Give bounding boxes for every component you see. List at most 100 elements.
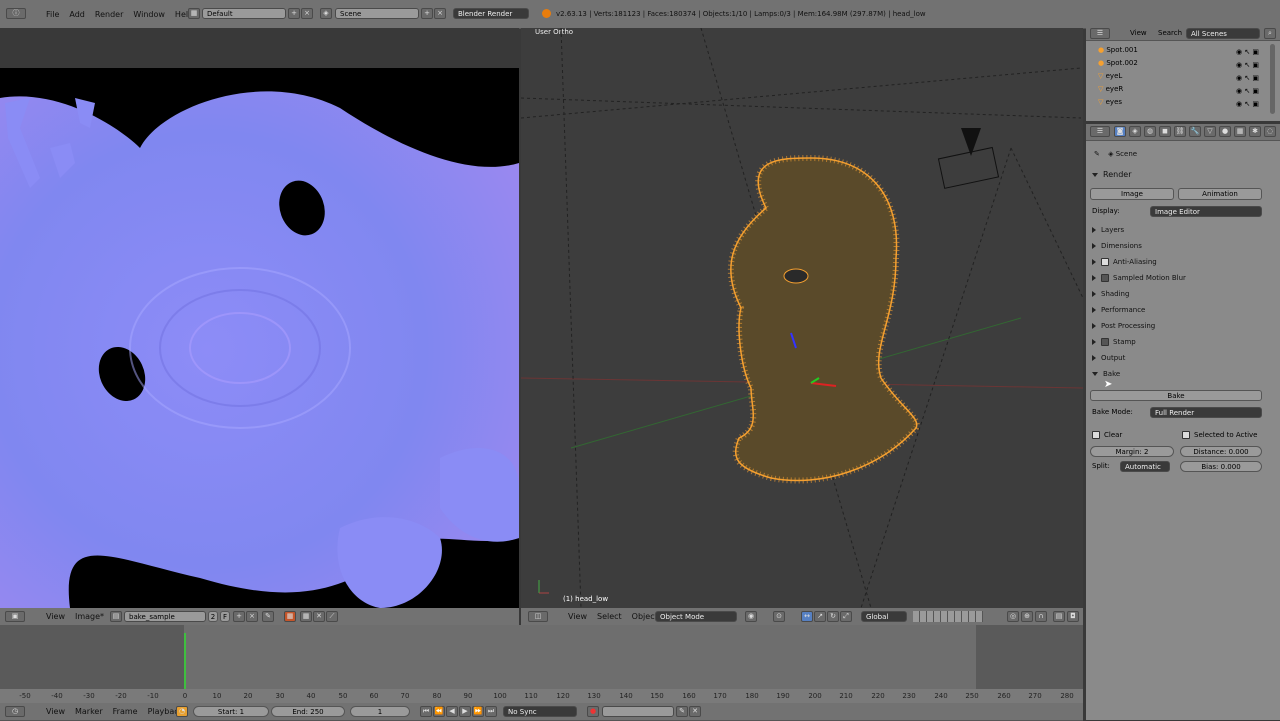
image-name-field[interactable]: bake_sample: [124, 611, 206, 622]
mode-select[interactable]: Object Mode: [655, 611, 737, 622]
margin-field[interactable]: Margin: 2: [1090, 446, 1174, 457]
timeline-menu-frame[interactable]: Frame: [113, 707, 138, 716]
image-browse-icon[interactable]: ▤: [110, 611, 122, 622]
panel-post-processing[interactable]: Post Processing: [1092, 320, 1262, 333]
split-select[interactable]: Automatic: [1120, 461, 1170, 472]
outliner-scenes-select[interactable]: All Scenes: [1186, 28, 1260, 39]
render-image-button[interactable]: Image: [1090, 188, 1174, 200]
panel-output[interactable]: Output: [1092, 352, 1262, 365]
sample-icon[interactable]: ⟋: [326, 611, 338, 622]
add-scene-icon[interactable]: +: [421, 8, 433, 19]
pin-icon[interactable]: ✎: [262, 611, 274, 622]
viewport-menu-select[interactable]: Select: [597, 612, 622, 621]
jump-start-icon[interactable]: ⏮: [420, 706, 432, 717]
viewport-editor-type-icon[interactable]: ◫: [528, 611, 548, 622]
particles-tab-icon[interactable]: ✱: [1249, 126, 1261, 137]
render-panel-header[interactable]: Render: [1092, 170, 1131, 179]
constraints-tab-icon[interactable]: ⛓: [1174, 126, 1186, 137]
motion-blur-checkbox[interactable]: [1101, 274, 1109, 282]
distance-field[interactable]: Distance: 0.000: [1180, 446, 1262, 457]
panel-layers[interactable]: Layers: [1092, 224, 1262, 237]
screen-layout-field[interactable]: Default: [202, 8, 286, 19]
render-engine-select[interactable]: Blender Render: [453, 8, 529, 19]
start-frame-field[interactable]: Start: 1: [193, 706, 269, 717]
keying-set-field[interactable]: [602, 706, 674, 717]
outliner-menu-view[interactable]: View: [1130, 29, 1147, 37]
insert-keyframe-icon[interactable]: ✎: [676, 706, 688, 717]
paint-icon[interactable]: ▦: [284, 611, 296, 622]
image-editor-type-icon[interactable]: ▣: [5, 611, 25, 622]
record-icon[interactable]: ●: [587, 706, 599, 717]
next-keyframe-icon[interactable]: ⏩: [472, 706, 484, 717]
selected-to-active-option[interactable]: Selected to Active: [1182, 431, 1257, 439]
rotate-icon[interactable]: ↻: [827, 611, 839, 622]
bake-panel-header[interactable]: Bake: [1092, 368, 1262, 381]
preview-range-icon[interactable]: ◔: [176, 706, 188, 717]
current-frame-line[interactable]: [184, 633, 186, 695]
pivot-icon[interactable]: ⊙: [773, 611, 785, 622]
clear-checkbox[interactable]: [1092, 431, 1100, 439]
panel-performance[interactable]: Performance: [1092, 304, 1262, 317]
add-screen-icon[interactable]: +: [288, 8, 300, 19]
panel-dimensions[interactable]: Dimensions: [1092, 240, 1262, 253]
remove-scene-icon[interactable]: ×: [434, 8, 446, 19]
scene-tab-icon[interactable]: ◈: [1129, 126, 1141, 137]
orientation-select[interactable]: Global: [861, 611, 907, 622]
prev-keyframe-icon[interactable]: ⏪: [433, 706, 445, 717]
play-reverse-icon[interactable]: ◀: [446, 706, 458, 717]
selected-to-active-checkbox[interactable]: [1182, 431, 1190, 439]
screen-layout-icon[interactable]: ▦: [188, 8, 200, 19]
lock-icon[interactable]: ◎: [1007, 611, 1019, 622]
stamp-checkbox[interactable]: [1101, 338, 1109, 346]
fake-user-button[interactable]: F: [220, 611, 230, 622]
alpha-icon[interactable]: ▦: [300, 611, 312, 622]
display-select[interactable]: Image Editor: [1150, 206, 1262, 217]
bias-field[interactable]: Bias: 0.000: [1180, 461, 1262, 472]
timeline-type-icon[interactable]: ◷: [5, 706, 25, 717]
channel-icon[interactable]: ✕: [313, 611, 325, 622]
menu-window[interactable]: Window: [133, 10, 165, 19]
info-editor-type-icon[interactable]: ⓘ: [6, 8, 26, 19]
image-menu-view[interactable]: View: [46, 612, 65, 621]
render-animation-button[interactable]: Animation: [1178, 188, 1262, 200]
scene-field[interactable]: Scene: [335, 8, 419, 19]
snap-icon[interactable]: ⊕: [1021, 611, 1033, 622]
manipulator-icon[interactable]: ↔: [801, 611, 813, 622]
panel-stamp[interactable]: Stamp: [1092, 336, 1262, 349]
data-tab-icon[interactable]: ▽: [1204, 126, 1216, 137]
properties-type-icon[interactable]: ☰: [1090, 126, 1110, 137]
sync-select[interactable]: No Sync: [503, 706, 577, 717]
physics-tab-icon[interactable]: ◌: [1264, 126, 1276, 137]
play-icon[interactable]: ▶: [459, 706, 471, 717]
outliner-scrollbar[interactable]: [1270, 44, 1275, 114]
translate-icon[interactable]: ↗: [814, 611, 826, 622]
unlink-image-icon[interactable]: ×: [246, 611, 258, 622]
timeline-menu-view[interactable]: View: [46, 707, 65, 716]
3d-viewport[interactable]: User Ortho (1) head_low: [521, 28, 1083, 608]
menu-render[interactable]: Render: [95, 10, 123, 19]
current-frame-field[interactable]: 1: [350, 706, 410, 717]
object-tab-icon[interactable]: ◼: [1159, 126, 1171, 137]
outliner-type-icon[interactable]: ☰: [1090, 28, 1110, 39]
timeline[interactable]: [0, 625, 1083, 703]
outliner-menu-search[interactable]: Search: [1158, 29, 1182, 37]
outliner-search-icon[interactable]: ⌕: [1264, 28, 1276, 39]
menu-add[interactable]: Add: [69, 10, 85, 19]
scale-icon[interactable]: ⤢: [840, 611, 852, 622]
render-tab-icon[interactable]: ◙: [1114, 126, 1126, 137]
pin-icon[interactable]: ✎: [1094, 150, 1100, 158]
bake-button[interactable]: Bake: [1090, 390, 1262, 401]
jump-end-icon[interactable]: ⏭: [485, 706, 497, 717]
image-users-count[interactable]: 2: [208, 611, 218, 622]
new-image-icon[interactable]: +: [233, 611, 245, 622]
menu-file[interactable]: File: [46, 10, 59, 19]
timeline-menu-marker[interactable]: Marker: [75, 707, 103, 716]
outliner-eye-icons[interactable]: ◉ ↖ ▣ ◉ ↖ ▣ ◉ ↖ ▣ ◉ ↖ ▣ ◉ ↖ ▣: [1236, 46, 1268, 111]
uv-image-canvas[interactable]: [0, 68, 519, 608]
layer-buttons[interactable]: [913, 611, 983, 622]
camera-render-icon[interactable]: ◘: [1067, 611, 1079, 622]
image-menu-image[interactable]: Image*: [75, 612, 104, 621]
end-frame-field[interactable]: End: 250: [271, 706, 345, 717]
render-preview-icon[interactable]: ▤: [1053, 611, 1065, 622]
material-tab-icon[interactable]: ●: [1219, 126, 1231, 137]
